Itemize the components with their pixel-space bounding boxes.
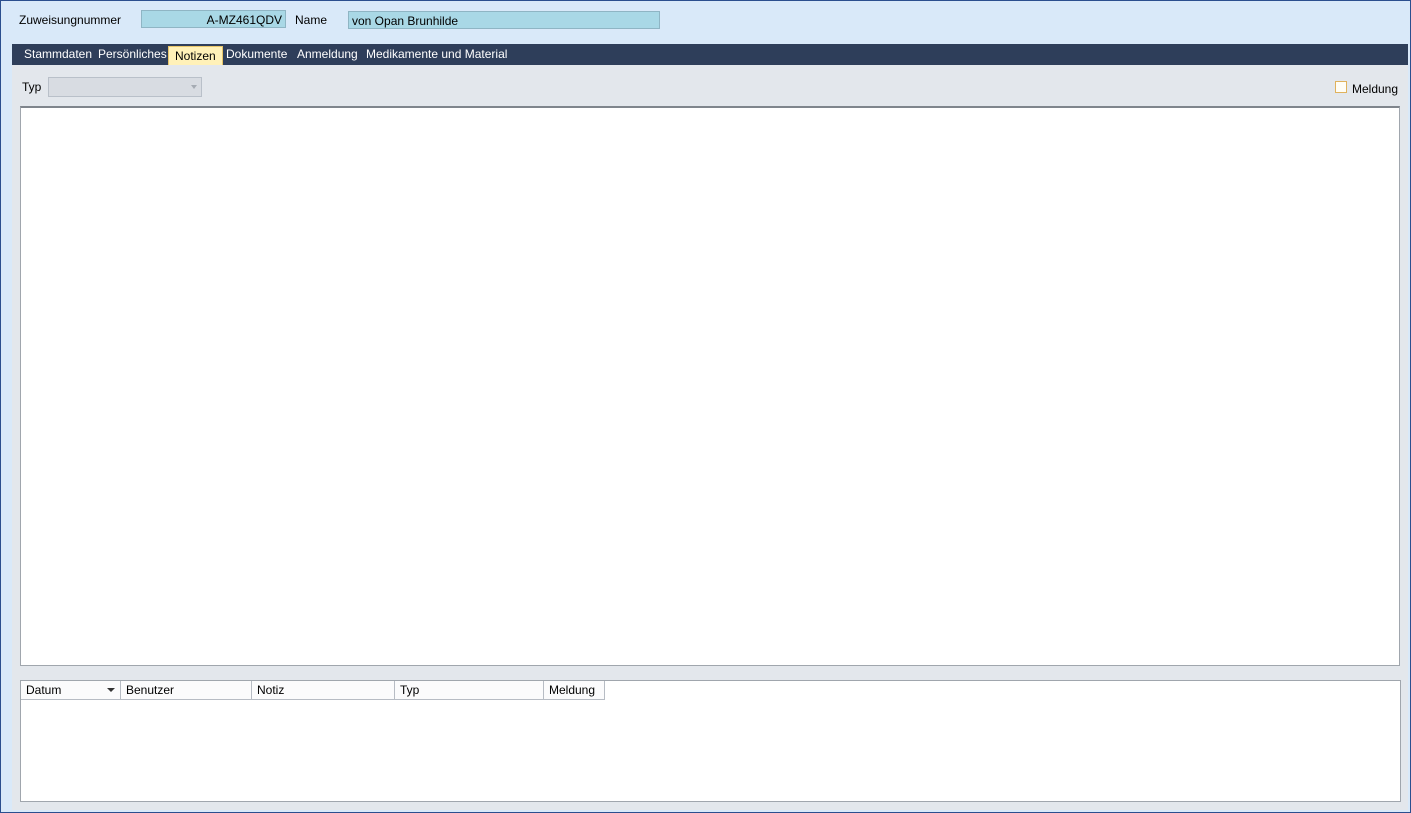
meldung-checkbox[interactable] (1335, 81, 1347, 93)
typ-dropdown[interactable] (48, 77, 202, 97)
typ-label: Typ (22, 80, 42, 94)
tab-dokumente[interactable]: Dokumente (226, 44, 287, 65)
column-header-typ[interactable]: Typ (395, 681, 544, 699)
chevron-down-icon (191, 85, 197, 89)
sort-down-icon (107, 688, 115, 692)
tab-stammdaten[interactable]: Stammdaten (24, 44, 92, 65)
record-header: Zuweisungnummer A-MZ461QDV Name von Opan… (1, 1, 1410, 43)
tab-bar: Stammdaten Persönliches Notizen Dokument… (12, 44, 1408, 65)
column-header-label: Datum (26, 683, 62, 697)
notes-table: Datum Benutzer Notiz Typ Meldung (20, 680, 1401, 802)
meldung-label: Meldung (1352, 82, 1399, 96)
tab-notizen[interactable]: Notizen (168, 46, 223, 65)
table-header-row: Datum Benutzer Notiz Typ Meldung (21, 681, 605, 700)
column-header-datum[interactable]: Datum (21, 681, 121, 699)
tab-anmeldung[interactable]: Anmeldung (297, 44, 358, 65)
zuweisungnummer-field[interactable]: A-MZ461QDV (141, 10, 286, 28)
name-field[interactable]: von Opan Brunhilde (348, 11, 660, 29)
column-header-benutzer[interactable]: Benutzer (121, 681, 252, 699)
note-text-editor[interactable] (20, 106, 1400, 666)
name-label: Name (295, 13, 328, 27)
tab-persoenliches[interactable]: Persönliches (98, 44, 167, 65)
column-header-notiz[interactable]: Notiz (252, 681, 395, 699)
zuweisungnummer-label: Zuweisungnummer (19, 13, 122, 27)
column-header-meldung[interactable]: Meldung (544, 681, 604, 699)
app-window: Zuweisungnummer A-MZ461QDV Name von Opan… (0, 0, 1411, 813)
notizen-panel: Typ Meldung Datum Benutzer Notiz Typ Mel… (12, 65, 1408, 810)
tab-medikamente-und-material[interactable]: Medikamente und Material (366, 44, 507, 65)
